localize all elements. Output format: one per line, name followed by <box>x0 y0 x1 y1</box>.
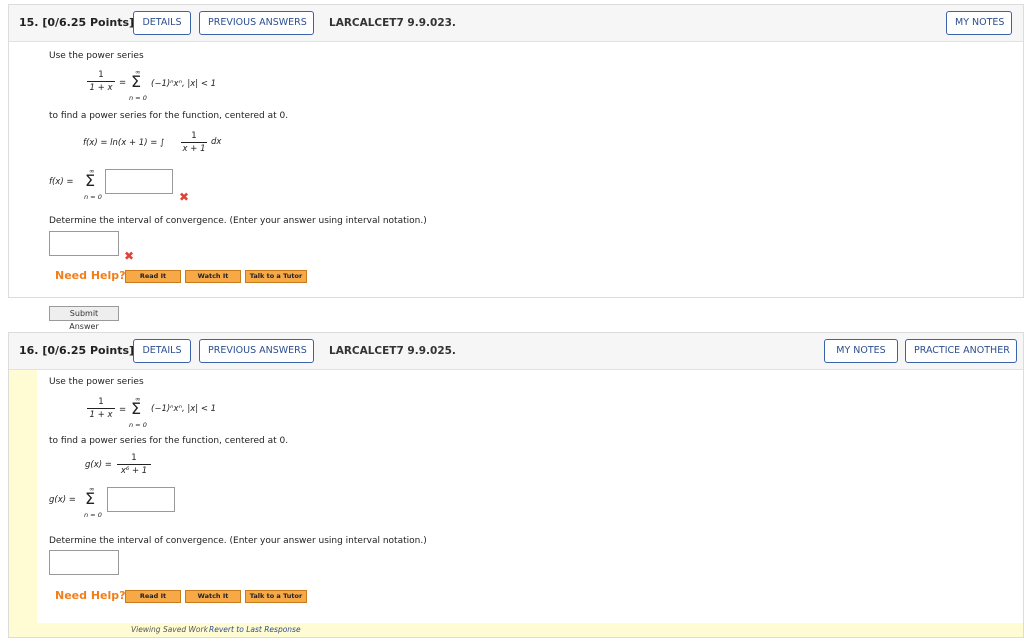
watch-it-button[interactable]: Watch It <box>185 590 241 603</box>
incorrect-icon: ✖ <box>179 190 190 204</box>
intro-text: Use the power series <box>49 377 144 387</box>
question-15-code: LARCALCET7 9.9.023. <box>329 17 456 29</box>
series-answer-input[interactable] <box>107 487 175 512</box>
series-term: (−1)ⁿxⁿ, |x| < 1 <box>151 404 217 414</box>
find-text: to find a power series for the function,… <box>49 436 289 446</box>
viewing-saved-work: Viewing Saved Work <box>131 625 208 634</box>
interval-answer-input[interactable] <box>49 550 119 575</box>
question-16-body: Use the power series 1 1 + x = ∞ Σ n = 0… <box>9 370 1023 637</box>
need-help-label: Need Help? <box>55 589 126 602</box>
intro-text: Use the power series <box>49 51 144 61</box>
read-it-button[interactable]: Read It <box>125 590 181 603</box>
question-16-card: 16. [0/6.25 Points] DETAILS PREVIOUS ANS… <box>8 332 1024 638</box>
my-notes-button[interactable]: MY NOTES <box>946 11 1012 35</box>
series-term: (−1)ⁿxⁿ, |x| < 1 <box>151 79 217 89</box>
need-help-label: Need Help? <box>55 269 126 282</box>
details-button[interactable]: DETAILS <box>133 339 191 363</box>
highlight-bar <box>9 370 37 637</box>
answer-lhs: f(x) = <box>49 177 74 187</box>
answer-sigma-symbol: Σ <box>85 171 96 190</box>
interval-answer-input[interactable] <box>49 231 119 256</box>
question-16-header: 16. [0/6.25 Points] DETAILS PREVIOUS ANS… <box>9 333 1023 370</box>
question-16-number: 16. [0/6.25 Points] <box>19 344 135 357</box>
equals-sign: = <box>119 405 127 415</box>
answer-sigma-bottom: n = 0 <box>84 511 102 519</box>
answer-sigma-bottom: n = 0 <box>84 193 102 201</box>
sigma-bottom: n = 0 <box>129 94 147 102</box>
interval-text: Determine the interval of convergence. (… <box>49 216 427 226</box>
question-15-number: 15. [0/6.25 Points] <box>19 16 135 29</box>
watch-it-button[interactable]: Watch It <box>185 270 241 283</box>
footer-note: Viewing Saved Work Revert to Last Respon… <box>9 623 1023 637</box>
find-text: to find a power series for the function,… <box>49 111 289 121</box>
function-fraction: 1 x⁶ + 1 <box>117 453 151 476</box>
submit-answer-button[interactable]: Submit Answer <box>49 306 119 331</box>
answer-sigma-symbol: Σ <box>85 489 96 508</box>
previous-answers-button[interactable]: PREVIOUS ANSWERS <box>199 11 314 35</box>
function-definition: f(x) = ln(x + 1) = ∫ <box>83 138 165 148</box>
equals-sign: = <box>119 78 127 88</box>
question-15-card: 15. [0/6.25 Points] DETAILS PREVIOUS ANS… <box>8 4 1024 331</box>
talk-to-tutor-button[interactable]: Talk to a Tutor <box>245 270 307 283</box>
practice-another-button[interactable]: PRACTICE ANOTHER <box>905 339 1017 363</box>
incorrect-icon: ✖ <box>124 249 135 263</box>
interval-text: Determine the interval of convergence. (… <box>49 536 427 546</box>
integrand-fraction: 1 x + 1 <box>181 131 207 154</box>
revert-link[interactable]: Revert to Last Response <box>209 625 301 634</box>
integral-dx: dx <box>211 137 222 147</box>
sigma-bottom: n = 0 <box>129 421 147 429</box>
series-fraction: 1 1 + x <box>87 397 115 420</box>
sigma-symbol: Σ <box>131 399 142 418</box>
series-answer-input[interactable] <box>105 169 173 194</box>
function-definition: g(x) = <box>85 460 112 470</box>
talk-to-tutor-button[interactable]: Talk to a Tutor <box>245 590 307 603</box>
question-15-body: Use the power series 1 1 + x = ∞ Σ n = 0… <box>9 42 1023 331</box>
answer-lhs: g(x) = <box>49 495 76 505</box>
my-notes-button[interactable]: MY NOTES <box>824 339 898 363</box>
previous-answers-button[interactable]: PREVIOUS ANSWERS <box>199 339 314 363</box>
details-button[interactable]: DETAILS <box>133 11 191 35</box>
read-it-button[interactable]: Read It <box>125 270 181 283</box>
sigma-symbol: Σ <box>131 72 142 91</box>
question-16-code: LARCALCET7 9.9.025. <box>329 345 456 357</box>
series-fraction: 1 1 + x <box>87 70 115 93</box>
question-15-header: 15. [0/6.25 Points] DETAILS PREVIOUS ANS… <box>9 5 1023 42</box>
